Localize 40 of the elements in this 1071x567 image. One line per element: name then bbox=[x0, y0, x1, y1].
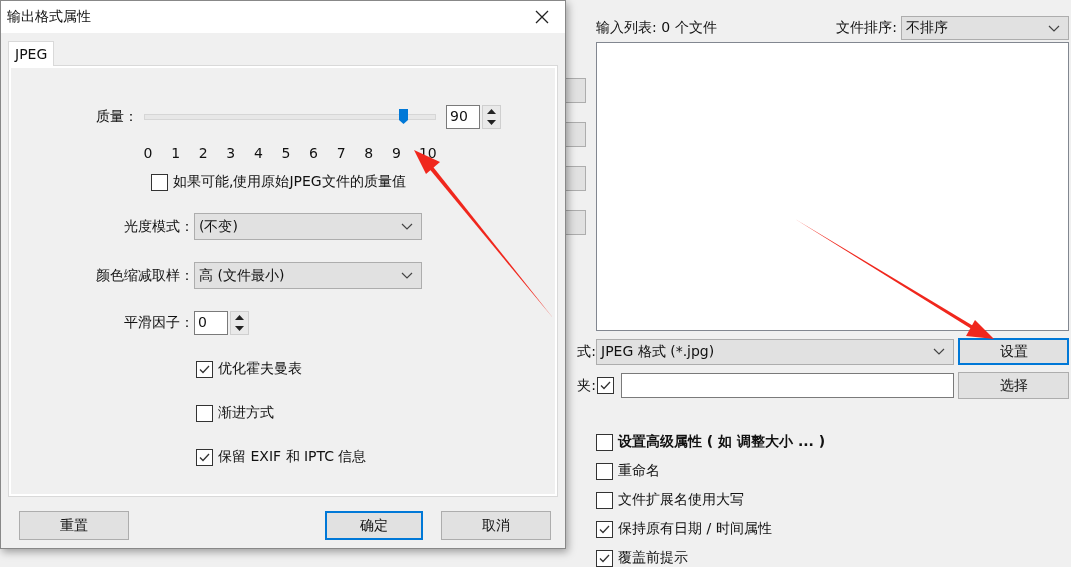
number-field[interactable]: 90 bbox=[446, 105, 480, 129]
folder-label: 夹: bbox=[576, 376, 596, 395]
tick-label: 7 bbox=[336, 145, 347, 161]
field-label: 光度模式： bbox=[123, 217, 194, 236]
option-label: 设置高级属性 ( 如 调整大小 ... ) bbox=[618, 433, 826, 451]
window-title: 输出格式属性 bbox=[7, 8, 91, 26]
tick-label: 1 bbox=[170, 145, 181, 161]
tick-label: 5 bbox=[280, 145, 291, 161]
tick-label: 4 bbox=[253, 145, 264, 161]
cancel-button[interactable]: 取消 bbox=[441, 511, 551, 540]
sort-label: 文件排序: bbox=[836, 19, 897, 37]
choose-button[interactable]: 选择 bbox=[958, 372, 1069, 399]
tick-label: 3 bbox=[225, 145, 236, 161]
tick-label: 0 bbox=[143, 145, 153, 161]
tick-label: 8 bbox=[363, 145, 374, 161]
ok-button[interactable]: 确定 bbox=[325, 511, 423, 540]
tab[interactable]: JPEG bbox=[8, 41, 55, 66]
number-field[interactable]: 0 bbox=[194, 311, 228, 335]
option-label: 如果可能,使用原始JPEG文件的质量值 bbox=[173, 173, 406, 191]
option-label: 渐进方式 bbox=[218, 404, 274, 422]
option-label: 重命名 bbox=[618, 462, 660, 480]
input-list-label: 输入列表: 0 个文件 bbox=[596, 19, 717, 37]
settings-button[interactable]: 设置 bbox=[958, 338, 1069, 365]
dropdown[interactable]: JPEG 格式 (*.jpg) bbox=[596, 338, 954, 365]
option-label: 覆盖前提示 bbox=[618, 549, 688, 567]
dropdown[interactable]: (不变) bbox=[194, 213, 422, 240]
tick-label: 2 bbox=[198, 145, 209, 161]
field-label: 平滑因子： bbox=[123, 314, 194, 332]
option-label: 保持原有日期 / 时间属性 bbox=[618, 520, 772, 538]
option-label: 保留 EXIF 和 IPTC 信息 bbox=[218, 448, 367, 466]
option-label: 优化霍夫曼表 bbox=[218, 360, 302, 378]
dropdown[interactable]: 不排序 bbox=[901, 16, 1069, 40]
quality-label: 质量： bbox=[96, 108, 139, 126]
format-label: 式: bbox=[576, 342, 596, 361]
dropdown[interactable]: 高 (文件最小) bbox=[194, 262, 422, 289]
reset-button[interactable]: 重置 bbox=[19, 511, 129, 540]
tick-label: 6 bbox=[308, 145, 319, 161]
tick-label: 9 bbox=[391, 145, 402, 161]
field-label: 颜色缩减取样： bbox=[95, 266, 194, 285]
option-label: 文件扩展名使用大写 bbox=[618, 491, 744, 509]
